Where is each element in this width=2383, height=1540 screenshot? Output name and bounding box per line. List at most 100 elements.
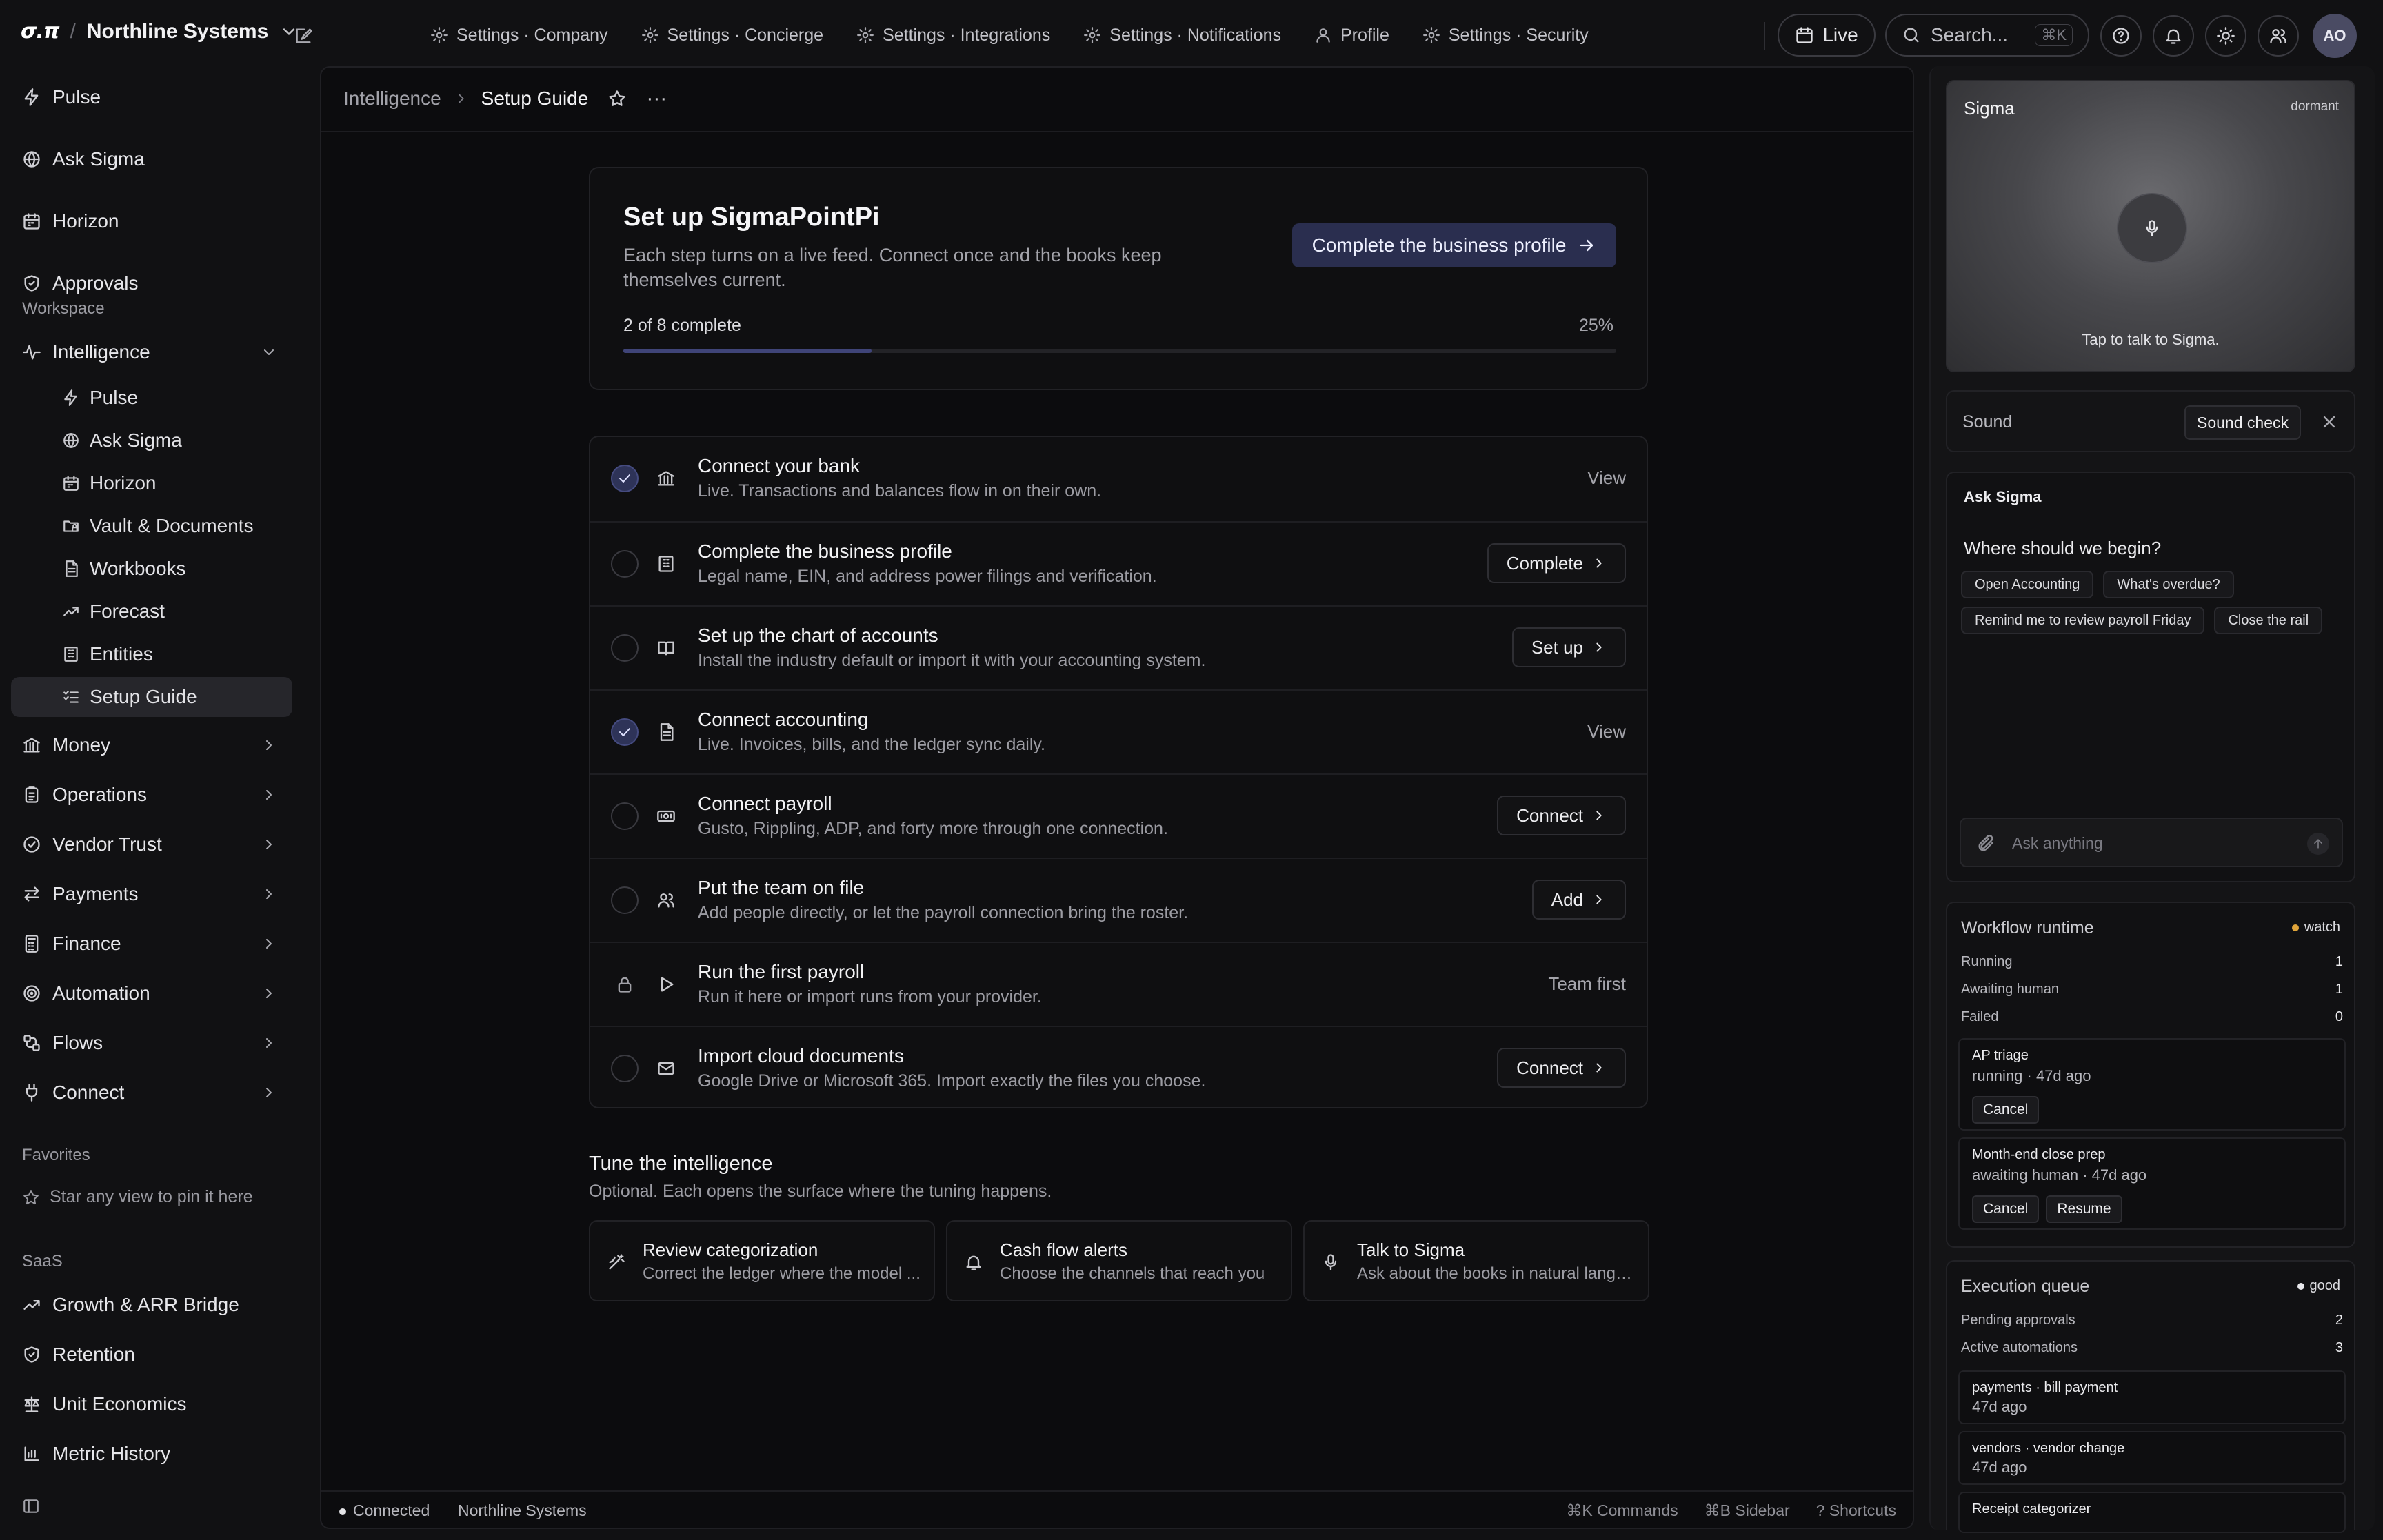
shortcut-hint[interactable]: ? Shortcuts (1816, 1501, 1896, 1520)
bell-icon[interactable] (2153, 15, 2194, 57)
sound-label: Sound (1962, 412, 2013, 432)
sidebar-subitem-workbooks[interactable]: Workbooks (52, 549, 292, 589)
sidebar-subitem-forecast[interactable]: Forecast (52, 591, 292, 631)
step-checkbox[interactable] (611, 550, 639, 578)
tune-card-review-categorization[interactable]: Review categorization Correct the ledger … (589, 1220, 935, 1301)
step-view-link[interactable]: View (1587, 467, 1626, 489)
queue-item[interactable]: Receipt categorizer (1958, 1492, 2346, 1533)
live-button[interactable]: Live (1778, 14, 1876, 57)
top-tab-label: Settings · Security (1448, 25, 1589, 45)
voice-panel[interactable]: Sigma dormant Tap to talk to Sigma. (1946, 80, 2355, 372)
org-switcher[interactable]: σ.π / Northline Systems (21, 19, 299, 43)
metric-label: Pending approvals (1961, 1313, 2075, 1328)
step-complete-check[interactable] (611, 465, 639, 492)
suggestion-chip[interactable]: Close the rail (2214, 607, 2323, 634)
step-action-button[interactable]: Connect (1497, 1048, 1626, 1088)
shortcut-hint[interactable]: ⌘K Commands (1566, 1501, 1678, 1520)
step-checkbox[interactable] (611, 1055, 639, 1082)
workflow-metric-row: Failed 0 (1961, 1009, 2343, 1025)
run-cancel-button[interactable]: Cancel (1972, 1195, 2040, 1223)
sidebar-item-operations[interactable]: Operations (11, 773, 292, 816)
top-tab-settings-concierge[interactable]: Settings · Concierge (625, 21, 841, 50)
tune-card-talk-to-sigma[interactable]: Talk to Sigma Ask about the books in natu… (1303, 1220, 1649, 1301)
sidebar-item-finance[interactable]: Finance (11, 922, 292, 965)
send-button[interactable] (2307, 833, 2329, 855)
step-action-button[interactable]: Add (1531, 880, 1626, 920)
favorites-hint-text: Star any view to pin it here (50, 1187, 253, 1206)
metric-label: Failed (1961, 1009, 1999, 1024)
step-view-link[interactable]: View (1587, 721, 1626, 742)
step-action-button[interactable]: Connect (1497, 796, 1626, 835)
progress-text: 2 of 8 complete (623, 316, 741, 335)
sidebar-item-ask-sigma[interactable]: Ask Sigma (11, 138, 292, 181)
sidebar-subitem-horizon[interactable]: Horizon (52, 463, 292, 503)
sidebar-subitem-vault-documents[interactable]: Vault & Documents (52, 506, 292, 546)
top-tab-settings-company[interactable]: Settings · Company (414, 21, 625, 50)
sidebar-subitem-ask-sigma[interactable]: Ask Sigma (52, 421, 292, 460)
breadcrumb-root[interactable]: Intelligence (343, 88, 441, 110)
lock-icon (618, 977, 632, 993)
ask-input[interactable]: Ask anything (1960, 818, 2343, 867)
queue-item[interactable]: vendors · vendor change 47d ago (1958, 1431, 2346, 1485)
queue-item[interactable]: payments · bill payment 47d ago (1958, 1370, 2346, 1424)
top-tab-settings-security[interactable]: Settings · Security (1406, 21, 1605, 50)
star-icon[interactable] (607, 89, 627, 108)
search-input[interactable]: Search... ⌘K (1885, 14, 2089, 57)
sidebar-item-money[interactable]: Money (11, 724, 292, 767)
sidebar-item-approvals[interactable]: Approvals (11, 262, 292, 305)
nav-label: Growth & ARR Bridge (52, 1294, 239, 1315)
paperclip-icon[interactable] (1976, 834, 1995, 853)
complete-profile-button[interactable]: Complete the business profile (1292, 223, 1616, 267)
sidebar-item-automation[interactable]: Automation (11, 972, 292, 1015)
sidebar-item-horizon[interactable]: Horizon (11, 200, 292, 243)
sidebar-item-flows[interactable]: Flows (11, 1022, 292, 1064)
progress-bar (623, 349, 1616, 353)
sidebar-item-intelligence[interactable]: Intelligence (11, 331, 292, 374)
sidebar-item-connect[interactable]: Connect (11, 1071, 292, 1114)
suggestion-chip[interactable]: What's overdue? (2103, 571, 2234, 598)
brand-separator: / (70, 19, 76, 43)
sidebar-item-vendor-trust[interactable]: Vendor Trust (11, 823, 292, 866)
sidebar-subitem-setup-guide[interactable]: Setup Guide (11, 677, 292, 717)
top-tab-profile[interactable]: Profile (1298, 21, 1406, 50)
metric-label: Running (1961, 954, 2013, 969)
sidebar-item-metric-history[interactable]: Metric History (11, 1432, 292, 1475)
top-tab-settings-notifications[interactable]: Settings · Notifications (1067, 21, 1298, 50)
shortcut-hint[interactable]: ⌘B Sidebar (1705, 1501, 1790, 1520)
sound-check-button[interactable]: Sound check (2184, 405, 2301, 440)
sidebar-item-unit-economics[interactable]: Unit Economics (11, 1383, 292, 1426)
sidebar-item-pulse[interactable]: Pulse (11, 76, 292, 119)
sidebar-toggle-icon[interactable] (22, 1497, 40, 1515)
step-complete-check[interactable] (611, 718, 639, 746)
run-resume-button[interactable]: Resume (2046, 1195, 2122, 1223)
bank-icon (658, 471, 674, 486)
sidebar-subitem-pulse[interactable]: Pulse (52, 378, 292, 418)
nav-label: Vendor Trust (52, 833, 162, 855)
sidebar-item-retention[interactable]: Retention (11, 1333, 292, 1376)
theme-sun-icon[interactable] (2205, 15, 2246, 57)
avatar[interactable]: AO (2313, 14, 2357, 58)
close-icon[interactable] (2320, 412, 2339, 432)
team-icon[interactable] (2258, 15, 2299, 57)
more-options-icon[interactable]: ··· (646, 87, 667, 110)
suggestion-chip[interactable]: Remind me to review payroll Friday (1961, 607, 2205, 634)
step-action-button[interactable]: Set up (1511, 627, 1626, 667)
metric-label: Active automations (1961, 1340, 2078, 1355)
suggestion-chip[interactable]: Open Accounting (1961, 571, 2094, 598)
sidebar-item-growth-arr-bridge[interactable]: Growth & ARR Bridge (11, 1284, 292, 1326)
sidebar-item-payments[interactable]: Payments (11, 873, 292, 915)
setup-step: Connect payroll Gusto, Rippling, ADP, and… (590, 773, 1647, 858)
step-action-button[interactable]: Complete (1487, 543, 1626, 583)
top-tab-settings-integrations[interactable]: Settings · Integrations (840, 21, 1067, 50)
tune-card-cash-flow-alerts[interactable]: Cash flow alerts Choose the channels that… (946, 1220, 1292, 1301)
help-icon[interactable] (2100, 15, 2142, 57)
run-cancel-button[interactable]: Cancel (1972, 1096, 2040, 1124)
mic-button[interactable] (2117, 193, 2187, 263)
compose-icon[interactable] (294, 26, 313, 45)
step-checkbox[interactable] (611, 634, 639, 662)
step-checkbox[interactable] (611, 886, 639, 914)
sidebar-subitem-entities[interactable]: Entities (52, 634, 292, 674)
breadcrumb: Intelligence Setup Guide ··· (343, 87, 667, 110)
chevron-right-icon (266, 939, 272, 949)
step-checkbox[interactable] (611, 802, 639, 830)
